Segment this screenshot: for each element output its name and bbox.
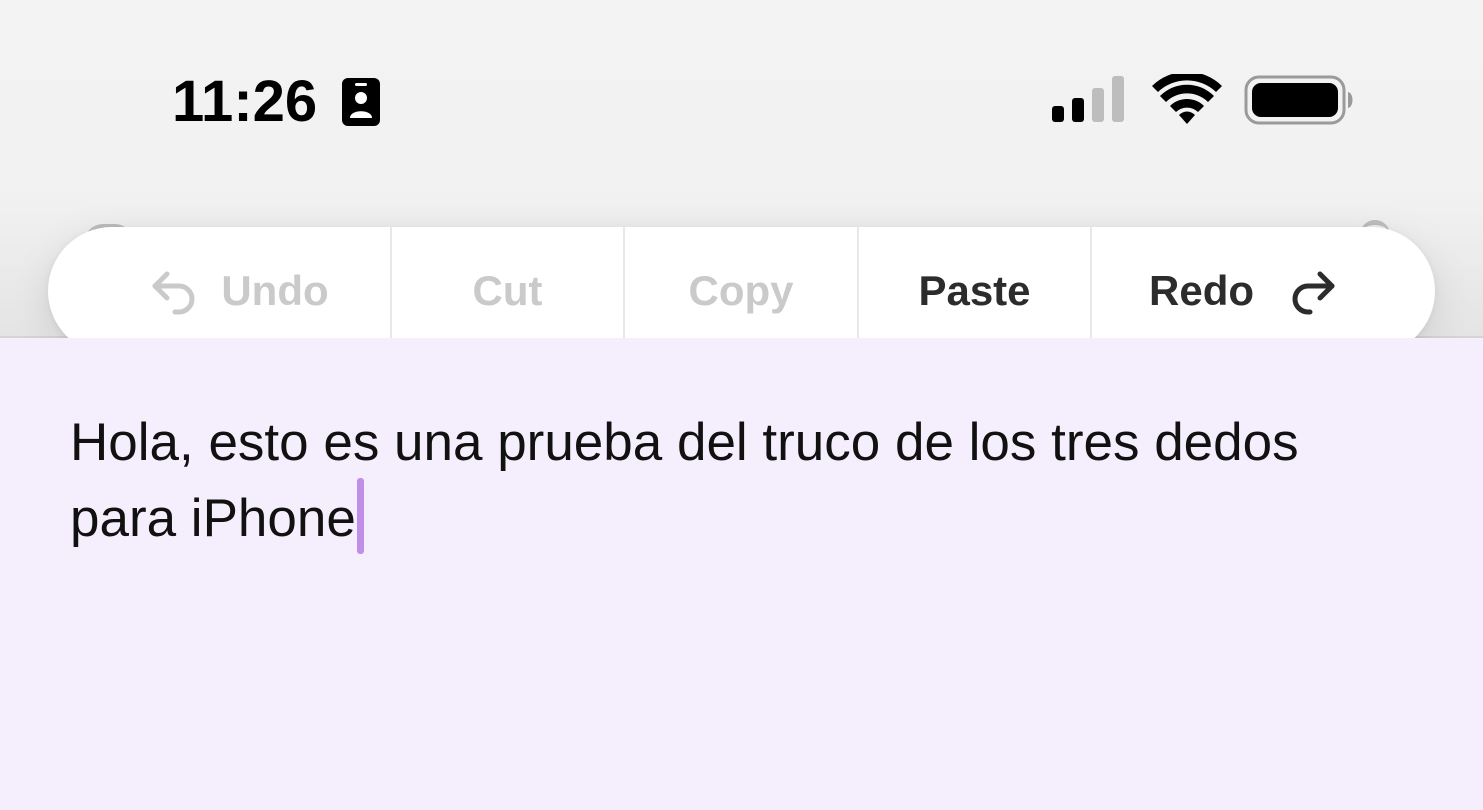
redo-arrow-icon	[1292, 271, 1335, 315]
person-badge-icon	[342, 78, 380, 126]
undo-label: Undo	[221, 267, 329, 314]
battery-icon	[1244, 75, 1353, 125]
copy-label: Copy	[688, 267, 794, 314]
undo-arrow-icon	[152, 271, 195, 315]
undo-button[interactable]: Undo	[48, 227, 392, 355]
cut-label: Cut	[472, 267, 543, 314]
cellular-signal-icon	[1052, 76, 1124, 122]
paste-button[interactable]: Paste	[859, 227, 1092, 355]
redo-label: Redo	[1149, 267, 1254, 314]
status-bar: 11:26	[0, 0, 1483, 200]
cut-button[interactable]: Cut	[392, 227, 625, 355]
redo-button[interactable]: Redo	[1092, 227, 1435, 355]
paste-label: Paste	[918, 267, 1031, 314]
note-text[interactable]: Hola, esto es una prueba del truco de lo…	[70, 408, 1370, 554]
edit-menu: Undo Cut Copy Paste Redo	[48, 227, 1435, 355]
wifi-icon	[1152, 74, 1222, 124]
note-body: Hola, esto es una prueba del truco de lo…	[70, 413, 1299, 548]
copy-button[interactable]: Copy	[625, 227, 859, 355]
text-caret	[356, 478, 364, 554]
status-time: 11:26	[172, 69, 318, 134]
